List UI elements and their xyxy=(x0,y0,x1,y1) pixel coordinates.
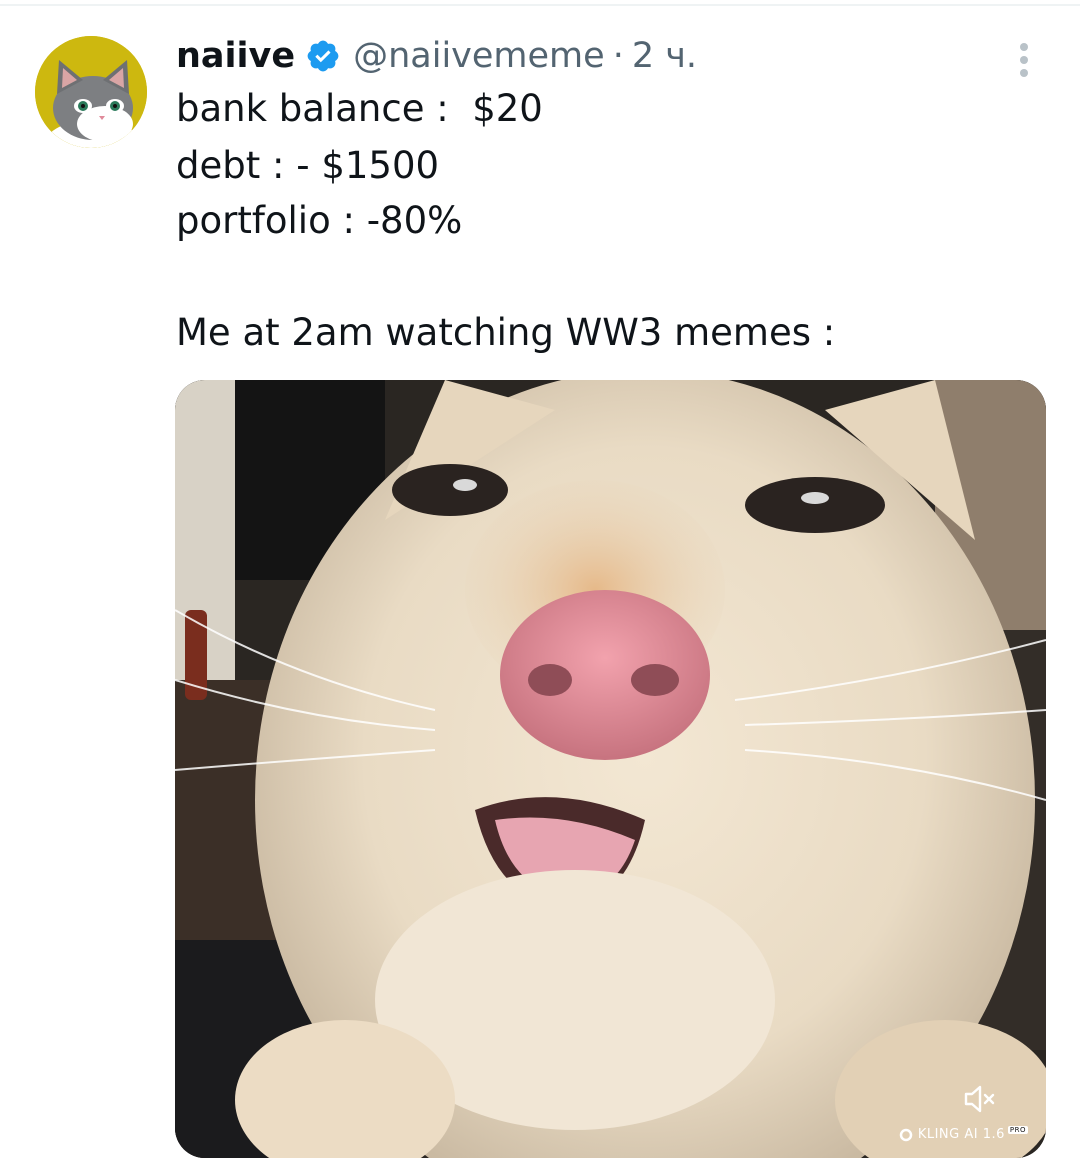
tweet-text-line: Me at 2am watching WW3 memes : xyxy=(176,311,836,354)
meta-separator: · xyxy=(612,36,624,76)
display-name[interactable]: naiive xyxy=(176,36,295,76)
cat-video-frame xyxy=(175,380,1046,1158)
tweet-header: naiive @naiivememe · 2 ч. xyxy=(176,30,697,82)
more-dot xyxy=(1020,56,1028,64)
kling-logo-icon xyxy=(899,1128,913,1141)
top-divider xyxy=(0,4,1080,6)
more-options-icon[interactable] xyxy=(1004,40,1044,80)
tweet-text-line: portfolio : -80% xyxy=(176,199,463,242)
watermark-badge: PRO xyxy=(1007,1125,1028,1134)
user-handle[interactable]: @naiivememe xyxy=(353,36,605,76)
watermark-text: KLING AI 1.6 xyxy=(917,1127,1005,1142)
more-dot xyxy=(1020,69,1028,77)
avatar[interactable] xyxy=(35,36,147,148)
verified-badge-icon xyxy=(305,38,341,74)
more-dot xyxy=(1020,43,1028,51)
speaker-muted-icon[interactable] xyxy=(962,1084,996,1114)
kling-watermark: KLING AI 1.6 PRO xyxy=(899,1125,1028,1142)
tweet-text-line: debt : - $1500 xyxy=(176,144,440,187)
tweet-video[interactable]: KLING AI 1.6 PRO xyxy=(175,380,1046,1158)
cat-avatar-icon xyxy=(35,36,147,148)
tweet-timestamp[interactable]: 2 ч. xyxy=(632,36,697,76)
tweet-text-line: bank balance : $20 xyxy=(176,87,543,130)
